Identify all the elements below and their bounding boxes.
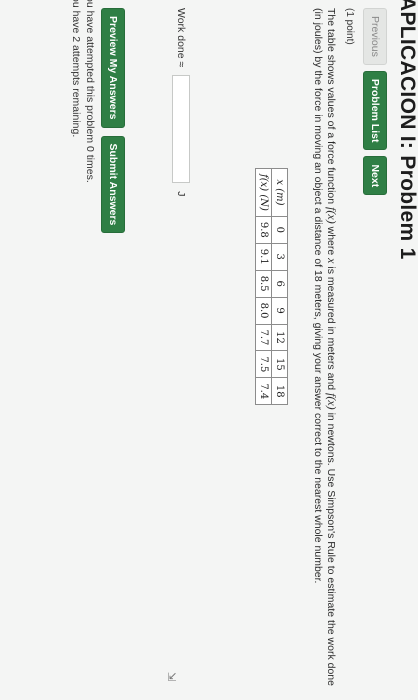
problem-statement: The table shows values of a force functi… (311, 8, 339, 688)
f-cell: 9.8 (255, 216, 272, 244)
row-header-fx: f(x) (N) (255, 168, 272, 217)
f-cell: 9.1 (255, 243, 272, 271)
preview-answers-button[interactable]: Preview My Answers (101, 8, 125, 128)
x-cell: 3 (271, 243, 288, 271)
page-title: APLICACION I: Problem 1 (396, 0, 418, 260)
statement-part: is measured in meters and (325, 263, 337, 394)
fx-symbol: f(x) (325, 207, 339, 224)
resize-icon[interactable]: ⇲ (165, 672, 178, 681)
answer-actions: Preview My Answers Submit Answers (101, 8, 125, 234)
work-label: Work done ≈ (175, 8, 187, 68)
attempts-message: ou have attempted this problem 0 times. (84, 0, 96, 183)
points-label: (1 point) (344, 8, 355, 45)
x-cell: 0 (271, 216, 288, 244)
force-table: x (m) 0 3 6 9 12 15 18 f(x) (N) 9.8 9.1 … (255, 168, 288, 406)
f-cell: 7.5 (255, 350, 272, 378)
fx-symbol: f(x) (325, 393, 339, 410)
problem-list-button[interactable]: Problem List (363, 70, 387, 151)
x-cell: 15 (271, 350, 288, 378)
x-cell: 9 (271, 297, 288, 324)
screen-content: APLICACION I: Problem 1 Previous Problem… (0, 0, 418, 700)
f-cell: 8.5 (255, 270, 272, 298)
unit-label: J (175, 191, 187, 197)
next-button[interactable]: Next (363, 156, 387, 196)
problem-nav: Previous Problem List Next (363, 8, 387, 196)
x-cell: 12 (271, 324, 288, 351)
x-cell: 18 (271, 377, 288, 405)
row-header-x: x (m) (271, 168, 288, 217)
previous-button[interactable]: Previous (363, 8, 387, 65)
f-cell: 7.4 (255, 377, 272, 405)
f-cell: 8.0 (255, 297, 272, 324)
f-cell: 7.7 (255, 324, 272, 351)
statement-part: The table shows values of a force functi… (325, 8, 337, 208)
table-row: x (m) 0 3 6 9 12 15 18 (271, 168, 288, 405)
answer-input[interactable] (172, 75, 190, 184)
remaining-message: ou have 2 attempts remaining. (70, 0, 82, 138)
submit-answers-button[interactable]: Submit Answers (101, 135, 125, 234)
table-row: f(x) (N) 9.8 9.1 8.5 8.0 7.7 7.5 7.4 (255, 168, 272, 405)
x-cell: 6 (271, 270, 288, 298)
answer-row: Work done ≈ J (172, 8, 190, 197)
statement-part: where (325, 223, 337, 259)
